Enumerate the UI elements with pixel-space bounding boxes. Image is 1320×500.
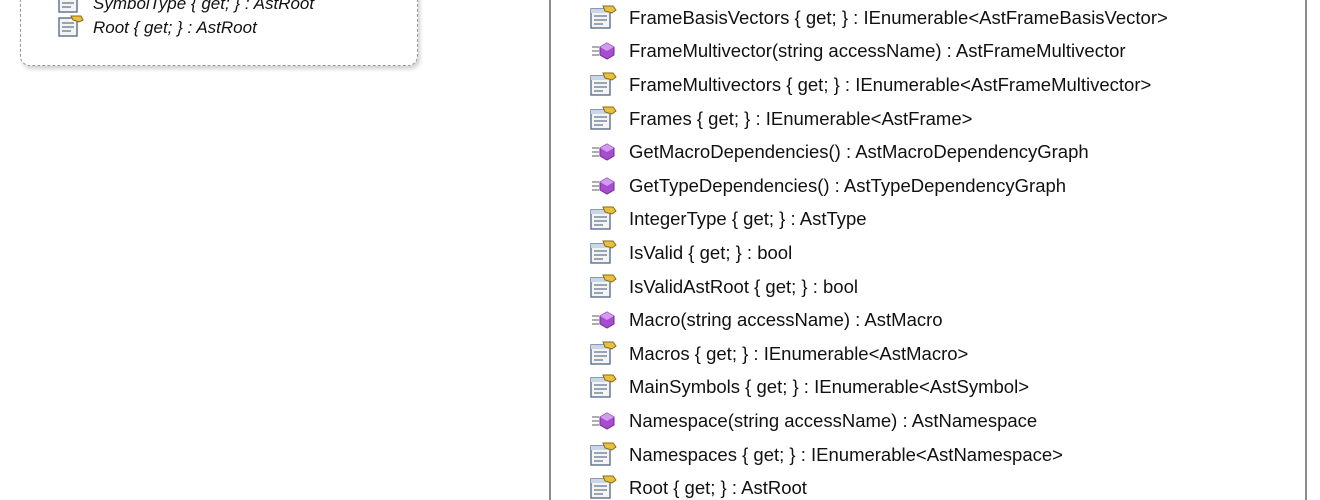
method-icon bbox=[589, 307, 617, 333]
member-text: FrameBasisVectors { get; } : IEnumerable… bbox=[629, 6, 1168, 28]
member-text: IsValid { get; } : bool bbox=[629, 241, 793, 263]
member-text: Root { get; } : AstRoot bbox=[629, 477, 807, 499]
member-row: MainSymbols { get; } : IEnumerable<AstSy… bbox=[589, 371, 1168, 405]
member-row: Root { get; } : AstRoot bbox=[589, 471, 1168, 500]
member-row: FrameMultivector(string accessName) : As… bbox=[589, 35, 1168, 69]
method-icon bbox=[589, 173, 617, 199]
property-icon bbox=[589, 106, 617, 132]
property-icon bbox=[589, 72, 617, 98]
member-text: FrameMultivectors { get; } : IEnumerable… bbox=[629, 73, 1152, 95]
member-text: Macros { get; } : IEnumerable<AstMacro> bbox=[629, 342, 969, 364]
member-text: Namespaces { get; } : IEnumerable<AstNam… bbox=[629, 443, 1063, 465]
member-text: SymbolType { get; } : AstRoot bbox=[93, 0, 315, 13]
method-icon bbox=[589, 38, 617, 64]
member-text: IsValidAstRoot { get; } : bool bbox=[629, 275, 858, 297]
property-icon bbox=[589, 240, 617, 266]
member-text: IntegerType { get; } : AstType bbox=[629, 208, 867, 230]
member-text: GetMacroDependencies() : AstMacroDepende… bbox=[629, 141, 1089, 163]
property-icon bbox=[589, 274, 617, 300]
member-row: Namespace(string accessName) : AstNamesp… bbox=[589, 404, 1168, 438]
member-row: IsValid { get; } : bool bbox=[589, 236, 1168, 270]
property-icon bbox=[589, 475, 617, 500]
member-text: Root { get; } : AstRoot bbox=[93, 18, 257, 37]
member-row: Namespaces { get; } : IEnumerable<AstNam… bbox=[589, 438, 1168, 472]
member-row: IntegerType { get; } : AstType bbox=[589, 203, 1168, 237]
class-diagram-canvas: SymbolType { get; } : AstRoot Root { get… bbox=[0, 0, 1320, 500]
class-box-right: FrameBasisVectors { get; } : IEnumerable… bbox=[549, 0, 1307, 500]
method-icon bbox=[589, 408, 617, 434]
property-icon bbox=[589, 442, 617, 468]
property-icon bbox=[589, 341, 617, 367]
member-row: Frames { get; } : IEnumerable<AstFrame> bbox=[589, 102, 1168, 136]
member-row: Macro(string accessName) : AstMacro bbox=[589, 303, 1168, 337]
member-row: Root { get; } : AstRoot bbox=[57, 15, 257, 41]
member-text: Namespace(string accessName) : AstNamesp… bbox=[629, 409, 1038, 431]
member-row: Macros { get; } : IEnumerable<AstMacro> bbox=[589, 337, 1168, 371]
member-text: Macro(string accessName) : AstMacro bbox=[629, 309, 943, 331]
member-list: FrameBasisVectors { get; } : IEnumerable… bbox=[589, 1, 1168, 500]
member-text: GetTypeDependencies() : AstTypeDependenc… bbox=[629, 174, 1067, 196]
member-text: FrameMultivector(string accessName) : As… bbox=[629, 40, 1126, 62]
member-row: IsValidAstRoot { get; } : bool bbox=[589, 270, 1168, 304]
member-text: MainSymbols { get; } : IEnumerable<AstSy… bbox=[629, 376, 1030, 398]
property-icon bbox=[57, 15, 85, 41]
method-icon bbox=[589, 139, 617, 165]
member-row: GetTypeDependencies() : AstTypeDependenc… bbox=[589, 169, 1168, 203]
property-icon bbox=[589, 374, 617, 400]
member-text: Frames { get; } : IEnumerable<AstFrame> bbox=[629, 107, 973, 129]
property-icon bbox=[589, 206, 617, 232]
member-row: FrameMultivectors { get; } : IEnumerable… bbox=[589, 68, 1168, 102]
property-icon bbox=[589, 5, 617, 31]
member-row: GetMacroDependencies() : AstMacroDepende… bbox=[589, 135, 1168, 169]
member-row: FrameBasisVectors { get; } : IEnumerable… bbox=[589, 1, 1168, 35]
class-box-left: SymbolType { get; } : AstRoot Root { get… bbox=[20, 0, 418, 66]
